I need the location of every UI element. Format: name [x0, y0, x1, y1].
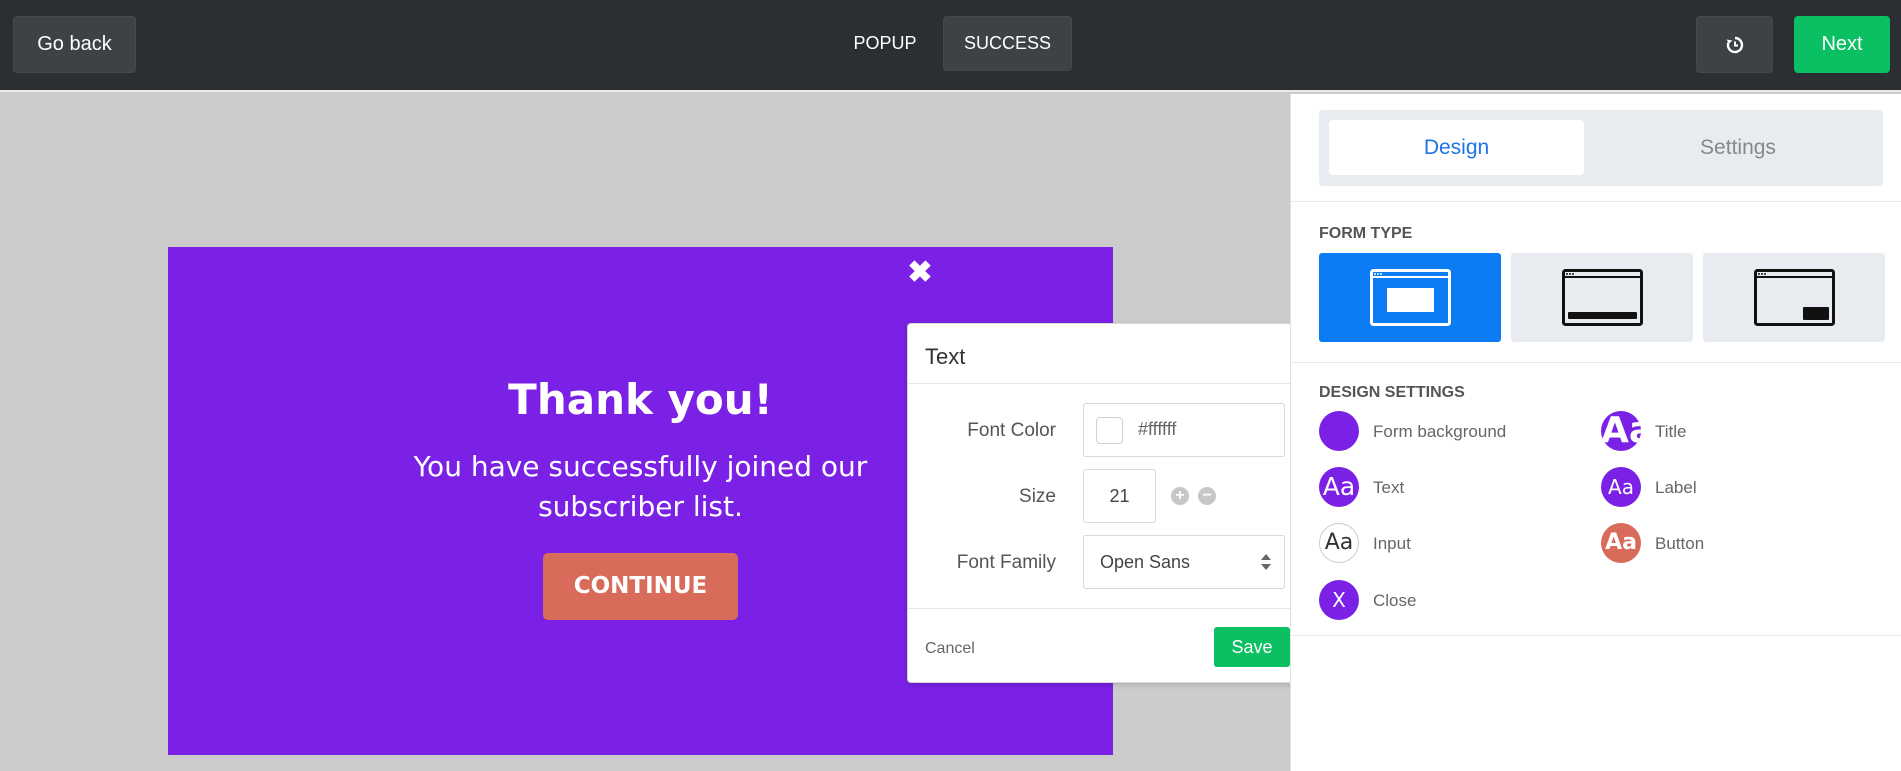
tab-design[interactable]: Design: [1329, 120, 1584, 175]
setting-label: Title: [1655, 422, 1687, 441]
setting-label: Close: [1373, 591, 1417, 610]
divider: [1291, 635, 1901, 636]
form-type-heading: FORM TYPE: [1319, 225, 1413, 242]
tab-popup[interactable]: POPUP: [841, 16, 929, 71]
title-style-icon: Aa: [1601, 411, 1641, 451]
input-style-icon: Aa: [1319, 523, 1359, 563]
size-label: Size: [1019, 486, 1056, 507]
button-style-icon: Aa: [1601, 523, 1641, 563]
popup-close-icon[interactable]: ✖: [907, 258, 933, 288]
divider: [908, 383, 1306, 384]
next-button[interactable]: Next: [1794, 16, 1890, 73]
font-color-value: #ffffff: [1138, 419, 1177, 439]
divider: [1291, 362, 1901, 363]
setting-label: Input: [1373, 534, 1411, 553]
color-swatch[interactable]: [1096, 417, 1123, 444]
settings-panel: Design Settings FORM TYPE DESIGN SETTING…: [1290, 94, 1901, 771]
tab-settings[interactable]: Settings: [1603, 120, 1873, 175]
divider: [908, 608, 1306, 609]
history-icon: [1726, 36, 1744, 54]
text-settings-dialog: Text Font Color #ffffff Size 21 + − Font…: [907, 323, 1307, 683]
top-bar: Go back POPUP SUCCESS Next: [0, 0, 1901, 92]
close-style-icon: X: [1319, 580, 1359, 620]
setting-label: Label: [1655, 478, 1697, 497]
font-color-field[interactable]: #ffffff: [1083, 403, 1285, 457]
history-button[interactable]: [1696, 16, 1773, 73]
setting-label: Text: [1373, 478, 1405, 497]
form-background-swatch: [1319, 411, 1359, 451]
font-family-label: Font Family: [956, 552, 1056, 573]
setting-label: Button: [1655, 534, 1705, 553]
go-back-button[interactable]: Go back: [13, 16, 136, 73]
font-family-value: Open Sans: [1100, 552, 1191, 572]
font-color-label: Font Color: [967, 420, 1056, 441]
font-family-select[interactable]: Open Sans: [1083, 535, 1285, 589]
size-plus-icon[interactable]: +: [1171, 487, 1189, 505]
continue-button[interactable]: CONTINUE: [543, 553, 738, 620]
slide-in-layout-icon: [1754, 269, 1835, 326]
divider: [1291, 201, 1901, 202]
size-minus-icon[interactable]: −: [1198, 487, 1216, 505]
form-type-popup[interactable]: [1319, 253, 1501, 342]
text-style-icon: Aa: [1319, 467, 1359, 507]
bar-layout-icon: [1562, 269, 1643, 326]
form-type-bar[interactable]: [1511, 253, 1693, 342]
design-settings-heading: DESIGN SETTINGS: [1319, 384, 1465, 401]
form-type-slide-in[interactable]: [1703, 253, 1885, 342]
size-input[interactable]: 21: [1083, 469, 1156, 523]
cancel-button[interactable]: Cancel: [925, 640, 975, 658]
select-arrows-icon: [1261, 554, 1271, 570]
setting-label: Form background: [1373, 422, 1507, 441]
panel-tabs: Design Settings: [1319, 110, 1883, 186]
tab-success[interactable]: SUCCESS: [943, 16, 1072, 71]
label-style-icon: Aa: [1601, 467, 1641, 507]
dialog-title: Text: [925, 344, 966, 369]
popup-layout-icon: [1370, 269, 1451, 326]
save-button[interactable]: Save: [1214, 627, 1290, 667]
